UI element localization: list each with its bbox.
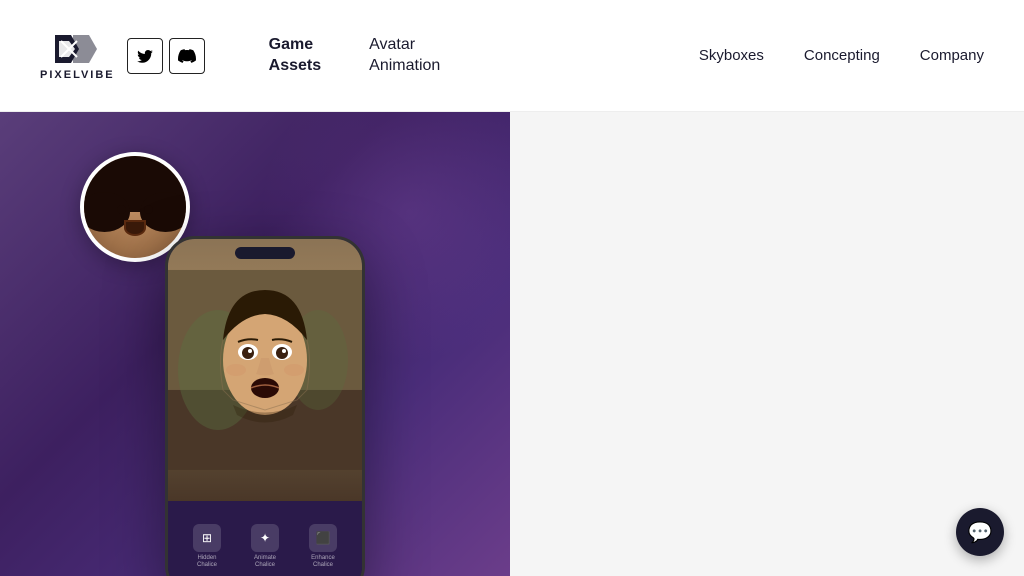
nav-skyboxes[interactable]: Skyboxes [699, 47, 764, 64]
twitter-icon [136, 47, 154, 65]
nav-item-game-assets[interactable]: Game Assets [245, 35, 345, 77]
phone-frame: ⊞ Hidden Chalice ✦ Animate Chalice ⬛ Enh… [165, 236, 365, 576]
nav-links: Game Assets Avatar Animation [245, 35, 699, 77]
brand-name: PIXELVIBE [40, 69, 115, 81]
nav-item-avatar-animation[interactable]: Avatar Animation [345, 35, 464, 77]
social-icons [127, 38, 205, 74]
mona-lisa-display [168, 239, 362, 501]
control-label-1: Hidden Chalice [197, 555, 217, 569]
control-icon-3: ⬛ [309, 524, 337, 552]
nav-company[interactable]: Company [920, 47, 984, 64]
right-panel [510, 112, 1024, 576]
logo-area: PIXELVIBE [40, 31, 205, 81]
discord-icon [178, 47, 196, 65]
chat-icon: 💬 [968, 520, 993, 545]
mona-lisa-svg [168, 239, 362, 501]
avatar-mouth [124, 220, 146, 236]
main-content: ⊞ Hidden Chalice ✦ Animate Chalice ⬛ Enh… [0, 112, 1024, 576]
control-btn-3[interactable]: ⬛ Enhance Chalice [309, 524, 337, 569]
nav-concepting[interactable]: Concepting [804, 47, 880, 64]
discord-button[interactable] [169, 38, 205, 74]
chat-support-button[interactable]: 💬 [956, 508, 1004, 556]
phone-notch [235, 247, 295, 259]
control-icon-1: ⊞ [193, 524, 221, 552]
logo-mark-icon [51, 31, 103, 67]
control-label-2: Animate Chalice [254, 555, 276, 569]
twitter-button[interactable] [127, 38, 163, 74]
avatar-eyes [117, 205, 153, 214]
avatar-eye-left [117, 205, 126, 214]
navbar: PIXELVIBE Game Assets Avatar Animation S… [0, 0, 1024, 112]
phone-screen: ⊞ Hidden Chalice ✦ Animate Chalice ⬛ Enh… [168, 239, 362, 576]
nav-right: Skyboxes Concepting Company [699, 47, 984, 64]
hero-panel: ⊞ Hidden Chalice ✦ Animate Chalice ⬛ Enh… [0, 112, 510, 576]
control-icon-2: ✦ [251, 524, 279, 552]
phone-mockup: ⊞ Hidden Chalice ✦ Animate Chalice ⬛ Enh… [165, 236, 365, 576]
logo[interactable]: PIXELVIBE [40, 31, 115, 81]
avatar-hair [84, 156, 186, 212]
control-btn-2[interactable]: ✦ Animate Chalice [251, 524, 279, 569]
control-label-3: Enhance Chalice [311, 555, 335, 569]
control-btn-1[interactable]: ⊞ Hidden Chalice [193, 524, 221, 569]
phone-controls: ⊞ Hidden Chalice ✦ Animate Chalice ⬛ Enh… [168, 501, 362, 576]
avatar-eye-right [144, 205, 153, 214]
